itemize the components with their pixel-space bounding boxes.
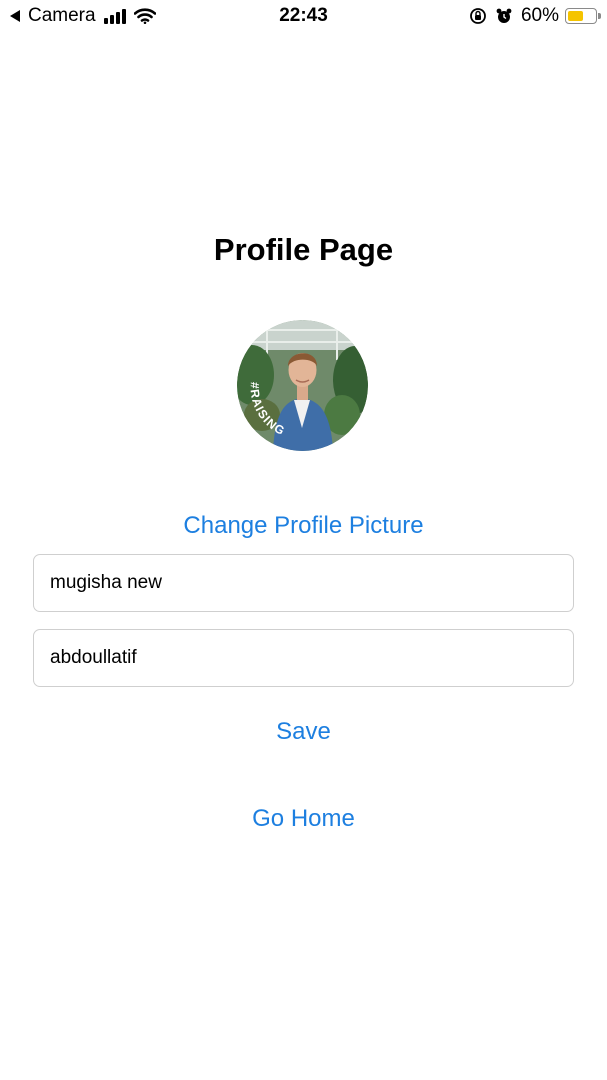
battery-level-fill [568, 11, 583, 21]
alarm-icon [496, 8, 512, 23]
last-name-input[interactable] [33, 629, 574, 687]
page-title: Profile Page [213, 232, 394, 267]
save-button[interactable]: Save [0, 718, 607, 746]
status-right-group: 60% [469, 5, 601, 27]
change-profile-picture-button[interactable]: Change Profile Picture [0, 512, 607, 540]
battery-icon [565, 8, 601, 24]
battery-percent: 60% [520, 5, 559, 26]
first-name-input[interactable] [33, 554, 574, 612]
status-bar: Camera 22:43 60% [0, 0, 607, 34]
profile-screen: Camera 22:43 60% Profile Page #RAISING C… [0, 0, 607, 1080]
orientation-lock-icon [470, 8, 486, 24]
go-home-button[interactable]: Go Home [0, 805, 607, 833]
avatar-image: #RAISING [237, 320, 368, 451]
battery-tip [598, 13, 601, 19]
profile-avatar[interactable]: #RAISING [237, 320, 368, 451]
